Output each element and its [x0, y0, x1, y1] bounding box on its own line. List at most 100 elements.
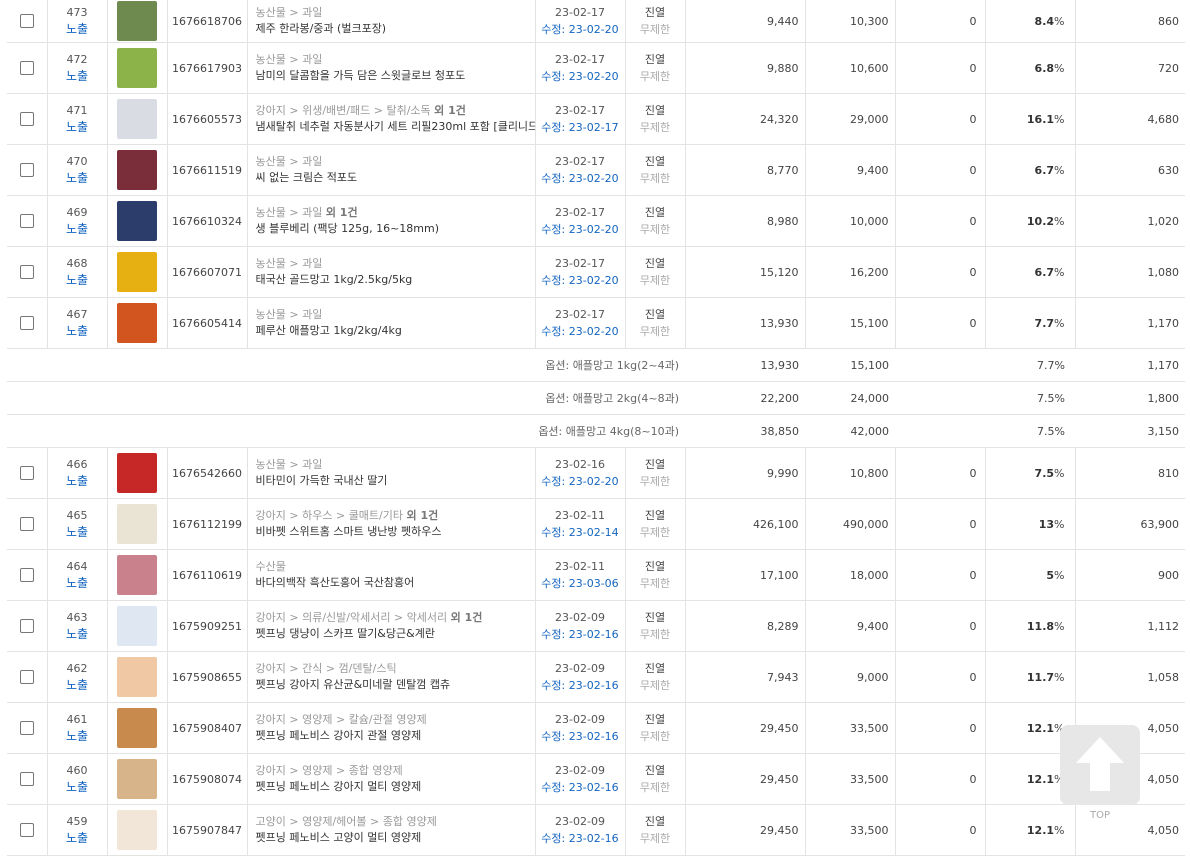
- margin-rate: 11.8%: [985, 600, 1076, 652]
- row-checkbox[interactable]: [19, 517, 34, 531]
- product-thumbnail[interactable]: [117, 708, 157, 748]
- table-row: 463 노출 1675909251 강아지 > 의류/신발/악세서리 > 악세서리 외…: [7, 600, 1185, 652]
- product-thumbnail[interactable]: [117, 99, 157, 139]
- modified-label: 수정:: [541, 223, 566, 236]
- row-checkbox[interactable]: [19, 14, 34, 28]
- margin-rate-unit: %: [1054, 670, 1065, 684]
- category-crumb: 강아지: [255, 713, 286, 726]
- category-crumb: 악세서리: [406, 611, 448, 624]
- product-thumbnail[interactable]: [117, 150, 157, 190]
- stock-count: 0: [895, 0, 986, 43]
- product-name-link[interactable]: 씨 없는 크림슨 적포도: [256, 170, 535, 186]
- expose-status-link[interactable]: 노출: [48, 524, 107, 540]
- product-name-link[interactable]: 펫프닝 페노비스 강아지 관절 영양제: [256, 728, 535, 744]
- category-breadcrumb: 농산물 > 과일 외 1건: [256, 205, 535, 221]
- expose-status-link[interactable]: 노출: [48, 626, 107, 642]
- product-name-link[interactable]: 펫프닝 페노비스 강아지 멀티 영양제: [256, 779, 535, 795]
- product-name-link[interactable]: 남미의 달콤함을 가득 담은 스윗글로브 청포도: [256, 68, 535, 84]
- number-cell: 470 노출: [47, 144, 108, 196]
- modified-date: 수정: 23-02-14: [536, 524, 625, 541]
- point-amount: 1,080: [1075, 246, 1185, 298]
- row-checkbox[interactable]: [19, 214, 34, 228]
- margin-rate: 5%: [985, 549, 1076, 601]
- product-info-cell: 강아지 > 하우스 > 쿨매트/기타 외 1건 비바펫 스위트홈 스마트 냉난방 …: [247, 498, 536, 550]
- product-name-link[interactable]: 냄새탈취 네추럴 자동분사기 세트 리필230ml 포함 [클리니드]: [256, 119, 535, 135]
- date-cell: 23-02-11 수정: 23-03-06: [535, 549, 626, 601]
- select-cell: [7, 144, 48, 196]
- expose-status-link[interactable]: 노출: [48, 779, 107, 795]
- product-thumbnail[interactable]: [117, 201, 157, 241]
- product-info-cell: 농산물 > 과일 페루산 애플망고 1kg/2kg/4kg: [247, 297, 536, 349]
- product-name-link[interactable]: 비타민이 가득한 국내산 딸기: [256, 473, 535, 489]
- product-name-link[interactable]: 펫프닝 강아지 유산균&미네랄 덴탈껌 캡츄: [256, 677, 535, 693]
- category-breadcrumb: 강아지 > 영양제 > 종합 영양제: [256, 763, 535, 779]
- number-cell: 468 노출: [47, 246, 108, 298]
- row-checkbox[interactable]: [19, 265, 34, 279]
- product-name-link[interactable]: 펫프닝 댕냥이 스카프 딸기&당근&계란: [256, 626, 535, 642]
- row-checkbox[interactable]: [19, 670, 34, 684]
- breadcrumb-separator: >: [285, 6, 303, 19]
- expose-status-link[interactable]: 노출: [48, 677, 107, 693]
- product-thumbnail[interactable]: [117, 1, 157, 41]
- thumbnail-cell: [107, 93, 168, 145]
- margin-rate-value: 7.5: [1034, 466, 1055, 480]
- row-checkbox[interactable]: [19, 466, 34, 480]
- expose-status-link[interactable]: 노출: [48, 221, 107, 237]
- product-thumbnail[interactable]: [117, 555, 157, 595]
- row-checkbox[interactable]: [19, 316, 34, 330]
- expose-status-link[interactable]: 노출: [48, 830, 107, 846]
- expose-status-link[interactable]: 노출: [48, 68, 107, 84]
- row-checkbox[interactable]: [19, 568, 34, 582]
- breadcrumb-separator: >: [322, 662, 339, 675]
- expose-status-link[interactable]: 노출: [48, 119, 107, 135]
- row-checkbox[interactable]: [19, 772, 34, 786]
- scroll-top-button[interactable]: [1060, 725, 1140, 805]
- status-cell: 진열 무제한: [625, 195, 686, 247]
- product-name-link[interactable]: 생 블루베리 (팩당 125g, 16~18mm): [256, 221, 535, 237]
- product-thumbnail[interactable]: [117, 453, 157, 493]
- status-cell: 진열 무제한: [625, 804, 686, 856]
- option-rate: 7.5%: [985, 414, 1075, 448]
- row-checkbox[interactable]: [19, 163, 34, 177]
- product-name-link[interactable]: 제주 한라봉/중과 (벌크포장): [256, 21, 535, 37]
- row-checkbox[interactable]: [19, 112, 34, 126]
- margin-rate: 16.1%: [985, 93, 1076, 145]
- breadcrumb-separator: >: [366, 815, 383, 828]
- modified-label: 수정:: [541, 730, 566, 743]
- product-name-link[interactable]: 비바펫 스위트홈 스마트 냉난방 펫하우스: [256, 524, 535, 540]
- expose-status-link[interactable]: 노출: [48, 323, 107, 339]
- expose-status-link[interactable]: 노출: [48, 21, 107, 37]
- sale-limit: 무제한: [639, 832, 671, 845]
- expose-status-link[interactable]: 노출: [48, 728, 107, 744]
- product-thumbnail[interactable]: [117, 252, 157, 292]
- product-thumbnail[interactable]: [117, 759, 157, 799]
- product-thumbnail[interactable]: [117, 657, 157, 697]
- date-cell: 23-02-17 수정: 23-02-20: [535, 246, 626, 298]
- row-number: 460: [66, 764, 88, 777]
- expose-status-link[interactable]: 노출: [48, 473, 107, 489]
- product-thumbnail[interactable]: [117, 48, 157, 88]
- category-crumb: 강아지: [255, 509, 286, 522]
- product-name-link[interactable]: 태국산 골드망고 1kg/2.5kg/5kg: [256, 272, 535, 288]
- row-checkbox[interactable]: [19, 721, 34, 735]
- product-thumbnail[interactable]: [117, 303, 157, 343]
- table-row: 465 노출 1676112199 강아지 > 하우스 > 쿨매트/기타 외 1건 비바…: [7, 498, 1185, 550]
- product-name-link[interactable]: 페루산 애플망고 1kg/2kg/4kg: [256, 323, 535, 339]
- stock-count: 0: [895, 93, 986, 145]
- row-checkbox[interactable]: [19, 823, 34, 837]
- product-thumbnail[interactable]: [117, 810, 157, 850]
- margin-rate-unit: %: [1054, 14, 1065, 28]
- row-checkbox[interactable]: [19, 61, 34, 75]
- row-checkbox[interactable]: [19, 619, 34, 633]
- option-label: 옵션: 애플망고 1kg(2~4과): [7, 348, 685, 382]
- product-name-link[interactable]: 바다의백작 흑산도홍어 국산참홍어: [256, 575, 535, 591]
- expose-status-link[interactable]: 노출: [48, 272, 107, 288]
- modified-value: 23-02-16: [568, 730, 619, 743]
- status-cell: 진열 무제한: [625, 93, 686, 145]
- margin-rate-value: 11.7: [1026, 670, 1055, 684]
- expose-status-link[interactable]: 노출: [48, 575, 107, 591]
- product-thumbnail[interactable]: [117, 606, 157, 646]
- expose-status-link[interactable]: 노출: [48, 170, 107, 186]
- product-name-link[interactable]: 펫프닝 페노비스 고양이 멀티 영양제: [256, 830, 535, 846]
- product-thumbnail[interactable]: [117, 504, 157, 544]
